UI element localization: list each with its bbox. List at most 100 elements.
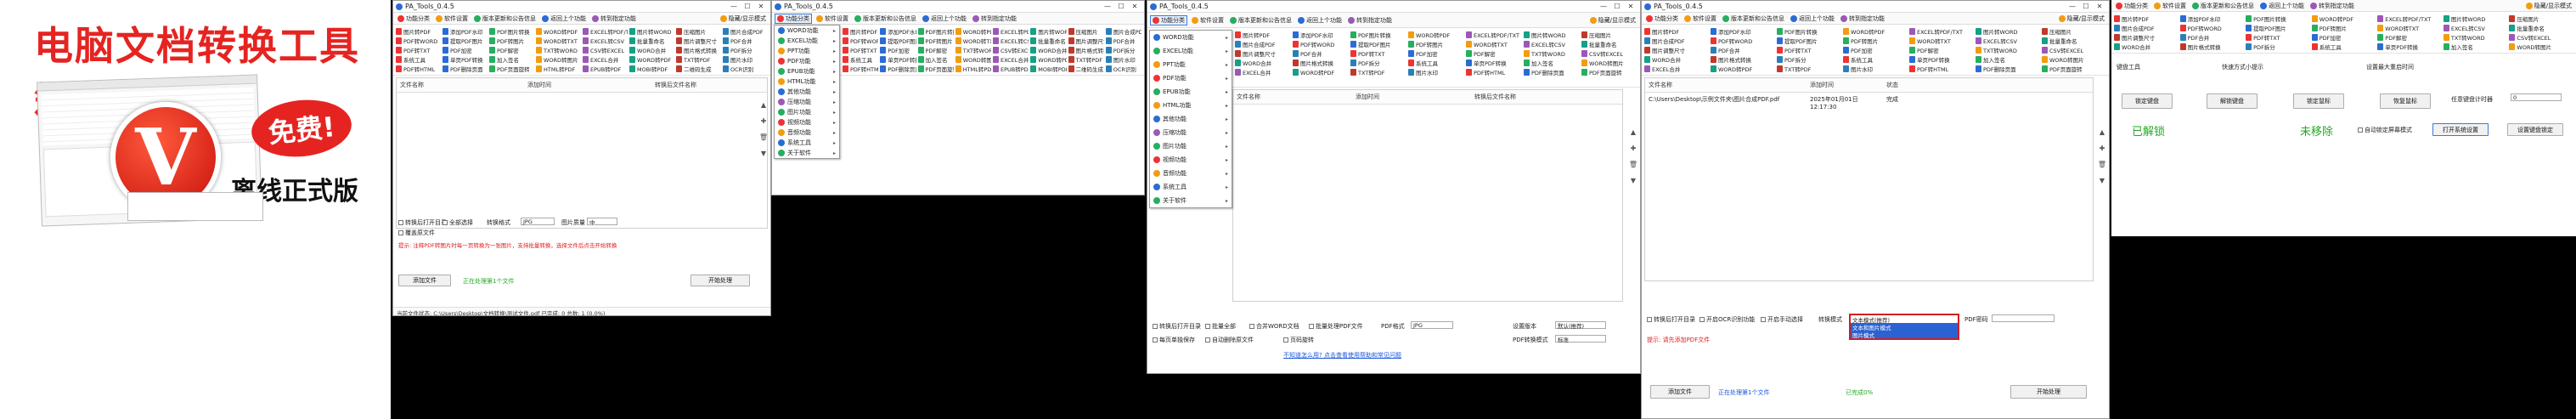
maximize-icon[interactable]: ☐: [2079, 3, 2093, 10]
maximize-icon[interactable]: ☐: [1610, 3, 1624, 10]
opt-open-dir[interactable]: 转换后打开目录: [1647, 315, 1695, 324]
function-item[interactable]: EXCEL转PDF/TXT: [1909, 27, 1974, 36]
dropdown-item[interactable]: 视频功能 ▸: [775, 117, 839, 127]
function-item[interactable]: 系统工具: [1408, 59, 1464, 67]
opt-auto[interactable]: 自动删除原文件: [1205, 336, 1254, 344]
function-item[interactable]: 图片水印: [1843, 65, 1908, 73]
system-settings-button[interactable]: 打开系统设置: [2432, 123, 2489, 136]
start-button[interactable]: 开始处理: [691, 275, 750, 286]
function-item[interactable]: 图片调整尺寸: [2114, 33, 2179, 42]
function-item[interactable]: 图片格式转换: [1711, 55, 1775, 64]
function-item[interactable]: TXT转WORD: [955, 46, 991, 54]
close-icon[interactable]: ✕: [1624, 3, 1637, 10]
function-item[interactable]: EXCEL转CSV: [993, 37, 1029, 45]
function-item[interactable]: PDF转TXT: [843, 46, 878, 54]
opt-rotate[interactable]: 页码旋转: [1283, 336, 1314, 344]
menu-toggle-mode[interactable]: 隐藏/显示模式: [2524, 2, 2573, 10]
function-item[interactable]: 系统工具: [396, 55, 441, 64]
function-item[interactable]: PDF转TXT: [2246, 33, 2310, 42]
minimize-icon[interactable]: —: [1101, 3, 1114, 10]
menu-updates[interactable]: 版本更新和公告信息: [2190, 2, 2256, 10]
function-item[interactable]: PDF转图片: [1408, 40, 1464, 48]
dropdown-item[interactable]: 压缩功能 ▸: [1150, 126, 1232, 139]
function-item[interactable]: 图片转WORD: [1524, 31, 1580, 39]
dropdown-item[interactable]: PPT功能 ▸: [775, 46, 839, 56]
function-item[interactable]: PDF加密: [1843, 46, 1908, 54]
function-item[interactable]: 图片转WORD: [629, 27, 674, 36]
dropdown-item[interactable]: 图片功能 ▸: [775, 107, 839, 117]
menu-goto[interactable]: 转到指定功能: [1346, 16, 1394, 25]
function-item[interactable]: PDF图片转换: [1777, 27, 1841, 36]
dropdown-item[interactable]: 其他功能 ▸: [775, 87, 839, 97]
function-item[interactable]: PDF拆分: [723, 46, 768, 54]
menu-function-category[interactable]: 功能分类: [1150, 14, 1187, 25]
function-item[interactable]: PDF转图片: [489, 37, 534, 45]
quality-select[interactable]: 中: [587, 218, 617, 226]
function-item[interactable]: 图片合成PDF: [1105, 27, 1141, 36]
function-item[interactable]: PDF加密: [2311, 33, 2376, 42]
function-item[interactable]: PDF转图片: [1843, 37, 1908, 45]
function-item[interactable]: WORD转图片: [955, 55, 991, 64]
function-item[interactable]: PDF页面旋转: [917, 65, 954, 73]
function-item[interactable]: 图片转WORD: [1030, 27, 1067, 36]
function-item[interactable]: WORD转TXT: [2377, 24, 2442, 32]
function-item[interactable]: MOBI转PDF: [629, 65, 674, 73]
function-item[interactable]: 图片合成PDF: [1644, 37, 1709, 45]
function-item[interactable]: 系统工具: [2311, 42, 2376, 51]
function-item[interactable]: WORD转PDF: [536, 27, 581, 36]
dropdown-item[interactable]: 关于软件 ▸: [775, 148, 839, 158]
dropdown-item[interactable]: 系统工具 ▸: [775, 138, 839, 148]
function-item[interactable]: PDF拆分: [2246, 42, 2310, 51]
function-item[interactable]: 图片调整尺寸: [1235, 49, 1291, 58]
function-item[interactable]: PDF合并: [2179, 33, 2245, 42]
function-item[interactable]: WORD转PDF: [1711, 65, 1775, 73]
opt-merge[interactable]: 合并WORD文档: [1249, 322, 1299, 331]
function-item[interactable]: 图片格式转换: [676, 46, 721, 54]
function-item[interactable]: 单页PDF转换: [442, 55, 488, 64]
function-item[interactable]: PDF合并: [723, 37, 768, 45]
function-item[interactable]: CSV转EXCEL: [2509, 33, 2573, 42]
auto-lock-option[interactable]: 自动锁定屏幕模式: [2358, 126, 2412, 134]
function-item[interactable]: EXCEL合并: [1644, 65, 1709, 73]
menu-settings[interactable]: 软件设置: [815, 14, 850, 23]
function-item[interactable]: EXCEL转PDF/TXT: [583, 27, 628, 36]
function-item[interactable]: MOBI转PDF: [1030, 65, 1067, 73]
menu-settings[interactable]: 软件设置: [1683, 14, 1718, 23]
function-item[interactable]: PDF删除页面: [880, 65, 916, 73]
set-lock-button[interactable]: 设置键盘锁定: [2507, 123, 2563, 136]
minimize-icon[interactable]: —: [727, 3, 741, 10]
setting-select[interactable]: 默认(推荐): [1555, 321, 1606, 330]
function-item[interactable]: 图片转PDF: [1235, 31, 1291, 39]
function-item[interactable]: PDF删除页面: [442, 65, 488, 73]
start-button[interactable]: 开始处理: [2010, 385, 2087, 399]
function-item[interactable]: TXT转PDF: [1777, 65, 1841, 73]
function-item[interactable]: TXT转PDF: [1350, 68, 1406, 76]
opt-ocr[interactable]: 开启OCR识别功能: [1699, 315, 1755, 324]
add-icon[interactable]: ✚: [2100, 144, 2105, 152]
function-item[interactable]: 提取PDF图片: [2246, 24, 2310, 32]
function-item[interactable]: 批量重命名: [629, 37, 674, 45]
function-item[interactable]: 添加PDF水印: [1293, 31, 1349, 39]
function-item[interactable]: 加入签名: [2443, 42, 2508, 51]
function-item[interactable]: OCR识别: [723, 65, 768, 73]
function-item[interactable]: PDF图片转换: [2246, 14, 2310, 23]
menu-back[interactable]: 返回上个功能: [1789, 14, 1836, 23]
opt-select-all[interactable]: 全部选择: [442, 218, 473, 227]
function-item[interactable]: WORD转PDF: [629, 55, 674, 64]
function-item[interactable]: PDF转HTML: [1466, 68, 1522, 76]
function-item[interactable]: WORD合并: [1644, 55, 1709, 64]
function-item[interactable]: 批量重命名: [1581, 40, 1637, 48]
dropdown-item[interactable]: 其他功能 ▸: [1150, 112, 1232, 126]
function-item[interactable]: PDF加密: [1408, 49, 1464, 58]
function-item[interactable]: EXCEL转PDF/TXT: [1466, 31, 1522, 39]
mode-option-text[interactable]: 文本模式(推荐): [1851, 315, 1958, 324]
function-item[interactable]: EXCEL转PDF/TXT: [993, 27, 1029, 36]
menu-updates[interactable]: 版本更新和公告信息: [472, 14, 538, 23]
opt-manual[interactable]: 开启手动选择: [1761, 315, 1803, 324]
dropdown-item[interactable]: 系统工具 ▸: [1150, 180, 1232, 194]
menu-function-category[interactable]: 功能分类: [396, 14, 431, 23]
up-arrow-icon[interactable]: ▲: [761, 101, 766, 109]
function-item[interactable]: PDF解密: [1466, 49, 1522, 58]
function-item[interactable]: TXT转PDF: [676, 55, 721, 64]
menu-goto[interactable]: 转到指定功能: [590, 14, 638, 23]
